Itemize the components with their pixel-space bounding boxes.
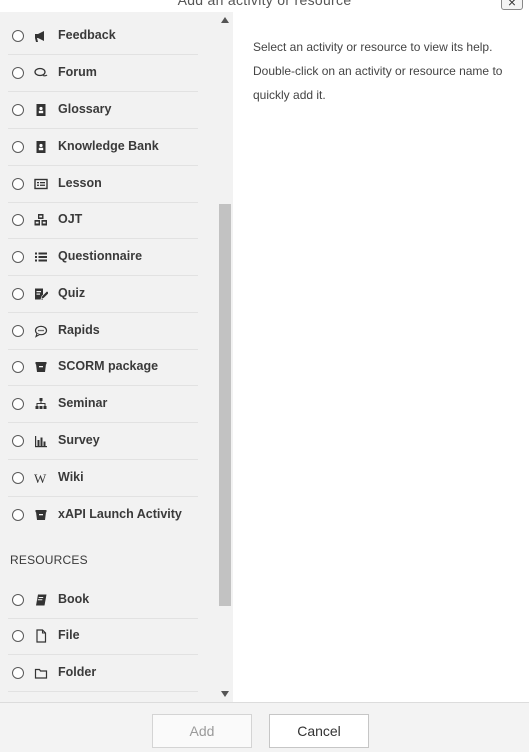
resources-heading: RESOURCES [10,553,88,567]
help-text: Select an activity or resource to view i… [253,40,503,102]
radio-button[interactable] [12,141,24,153]
close-button[interactable]: × [501,0,523,10]
option-label: SCORM package [58,359,159,373]
option-scorm-package[interactable]: SCORM package [0,349,218,386]
scrollbar-thumb[interactable] [219,204,231,606]
option-file[interactable]: File [0,618,218,655]
option-label: File [58,628,80,642]
comment-icon [34,324,48,338]
chat-bubbles-icon [34,66,48,80]
book-contact-icon [34,140,48,154]
radio-button[interactable] [12,667,24,679]
radio-button[interactable] [12,178,24,190]
radio-button[interactable] [12,435,24,447]
radio-button[interactable] [12,288,24,300]
list-icon [34,250,48,264]
dialog-titlebar: Add an activity or resource × [0,0,529,12]
radio-button[interactable] [12,630,24,642]
cancel-button[interactable]: Cancel [269,714,369,748]
folder-icon [34,666,48,680]
option-knowledge-bank[interactable]: Knowledge Bank [0,129,218,166]
radio-button[interactable] [12,398,24,410]
option-forum[interactable]: Forum [0,55,218,92]
options-scrollbar[interactable] [218,12,233,702]
option-label: Questionnaire [58,249,143,263]
option-label: Quiz [58,286,86,300]
option-label: Wiki [58,470,84,484]
radio-button[interactable] [12,251,24,263]
radio-button[interactable] [12,594,24,606]
scroll-up-icon[interactable] [221,17,229,23]
radio-button[interactable] [12,325,24,337]
radio-button[interactable] [12,67,24,79]
option-book[interactable]: Book [0,582,218,619]
bar-chart-icon [34,434,48,448]
megaphone-icon [34,29,48,43]
help-panel: Select an activity or resource to view i… [233,12,529,702]
radio-button[interactable] [12,30,24,42]
option-label: Folder [58,665,97,679]
option-feedback[interactable]: Feedback [0,18,218,55]
option-label: Feedback [58,28,116,42]
file-icon [34,629,48,643]
cubes-icon [34,213,48,227]
radio-button[interactable] [12,104,24,116]
dialog-footer: Add Cancel [0,702,529,752]
option-lesson[interactable]: Lesson [0,166,218,203]
archive-box-icon [34,360,48,374]
book-contact-icon [34,103,48,117]
option-wiki[interactable]: W Wiki [0,460,218,497]
option-seminar[interactable]: Seminar [0,386,218,423]
wiki-w-icon: W [34,471,48,485]
radio-button[interactable] [12,361,24,373]
option-quiz[interactable]: Quiz [0,276,218,313]
option-label: Lesson [58,176,102,190]
book-icon [34,593,48,607]
radio-button[interactable] [12,214,24,226]
quiz-edit-icon [34,287,48,301]
archive-box-icon [34,508,48,522]
option-label: Glossary [58,102,112,116]
options-panel: Feedback Forum Glossary Knowledge Bank L… [0,12,233,702]
option-glossary[interactable]: Glossary [0,92,218,129]
radio-button[interactable] [12,472,24,484]
svg-text:W: W [34,471,47,485]
dialog-title: Add an activity or resource [177,0,352,8]
option-label: xAPI Launch Activity [58,507,182,521]
option-questionnaire[interactable]: Questionnaire [0,239,218,276]
option-xapi-launch-activity[interactable]: xAPI Launch Activity [0,497,218,534]
lesson-icon [34,177,48,191]
option-label: Book [58,592,90,606]
option-label: Seminar [58,396,108,410]
radio-button[interactable] [12,509,24,521]
option-label: Knowledge Bank [58,139,159,153]
option-folder[interactable]: Folder [0,655,218,692]
option-label: Rapids [58,323,100,337]
scroll-down-icon[interactable] [221,691,229,697]
option-label: Forum [58,65,97,79]
add-button[interactable]: Add [152,714,252,748]
option-survey[interactable]: Survey [0,423,218,460]
option-rapids[interactable]: Rapids [0,313,218,350]
option-label: Survey [58,433,100,447]
sitemap-icon [34,397,48,411]
option-label: OJT [58,212,83,226]
option-ojt[interactable]: OJT [0,202,218,239]
